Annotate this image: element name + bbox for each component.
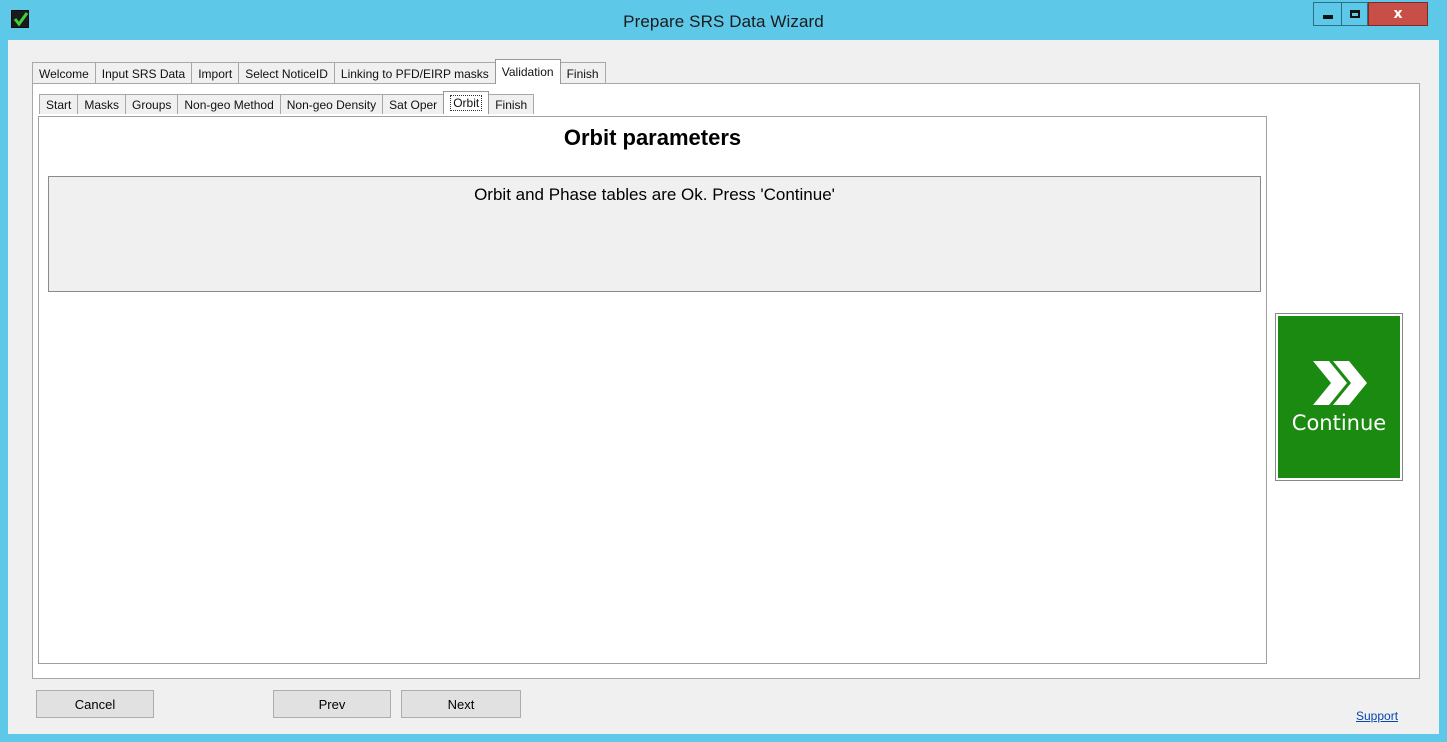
window-title: Prepare SRS Data Wizard <box>623 12 824 31</box>
continue-button[interactable]: Continue <box>1275 313 1403 481</box>
double-chevron-right-icon <box>1313 361 1367 405</box>
outer-tab-strip: Welcome Input SRS Data Import Select Not… <box>32 59 606 84</box>
support-link[interactable]: Support <box>1356 709 1398 723</box>
title-bar: Prepare SRS Data Wizard x <box>0 0 1447 40</box>
tab-validation[interactable]: Validation <box>494 59 561 84</box>
status-message: Orbit and Phase tables are Ok. Press 'Co… <box>474 185 835 204</box>
tab-welcome[interactable]: Welcome <box>32 62 96 84</box>
minimize-button[interactable] <box>1313 2 1341 26</box>
subtab-orbit-label: Orbit <box>450 95 483 111</box>
continue-label: Continue <box>1291 411 1387 435</box>
subtab-masks[interactable]: Masks <box>77 94 127 114</box>
prev-button[interactable]: Prev <box>273 690 391 718</box>
close-button[interactable]: x <box>1368 2 1428 26</box>
tab-select-noticeid[interactable]: Select NoticeID <box>238 62 335 84</box>
validation-panel: Start Masks Groups Non-geo Method Non-ge… <box>32 83 1420 679</box>
subtab-sat-oper[interactable]: Sat Oper <box>382 94 445 114</box>
subtab-finish[interactable]: Finish <box>488 94 535 114</box>
minimize-icon <box>1322 15 1333 19</box>
status-message-box: Orbit and Phase tables are Ok. Press 'Co… <box>48 176 1261 292</box>
tab-finish[interactable]: Finish <box>559 62 606 84</box>
next-button[interactable]: Next <box>401 690 521 718</box>
maximize-icon <box>1349 10 1360 18</box>
subtab-non-geo-density[interactable]: Non-geo Density <box>279 94 384 114</box>
wizard-client-area: Welcome Input SRS Data Import Select Not… <box>8 40 1439 734</box>
inner-tab-strip: Start Masks Groups Non-geo Method Non-ge… <box>39 90 535 114</box>
close-icon: x <box>1393 6 1403 22</box>
orbit-panel: Orbit parameters Orbit and Phase tables … <box>38 116 1267 664</box>
subtab-groups[interactable]: Groups <box>125 94 179 114</box>
subtab-non-geo-method[interactable]: Non-geo Method <box>177 94 281 114</box>
subtab-orbit[interactable]: Orbit <box>443 91 490 114</box>
tab-input-srs-data[interactable]: Input SRS Data <box>94 62 193 84</box>
subtab-start[interactable]: Start <box>39 94 79 114</box>
tab-linking-masks[interactable]: Linking to PFD/EIRP masks <box>333 62 496 84</box>
maximize-button[interactable] <box>1341 2 1368 26</box>
page-title: Orbit parameters <box>563 125 742 150</box>
cancel-button[interactable]: Cancel <box>36 690 154 718</box>
tab-import[interactable]: Import <box>191 62 240 84</box>
